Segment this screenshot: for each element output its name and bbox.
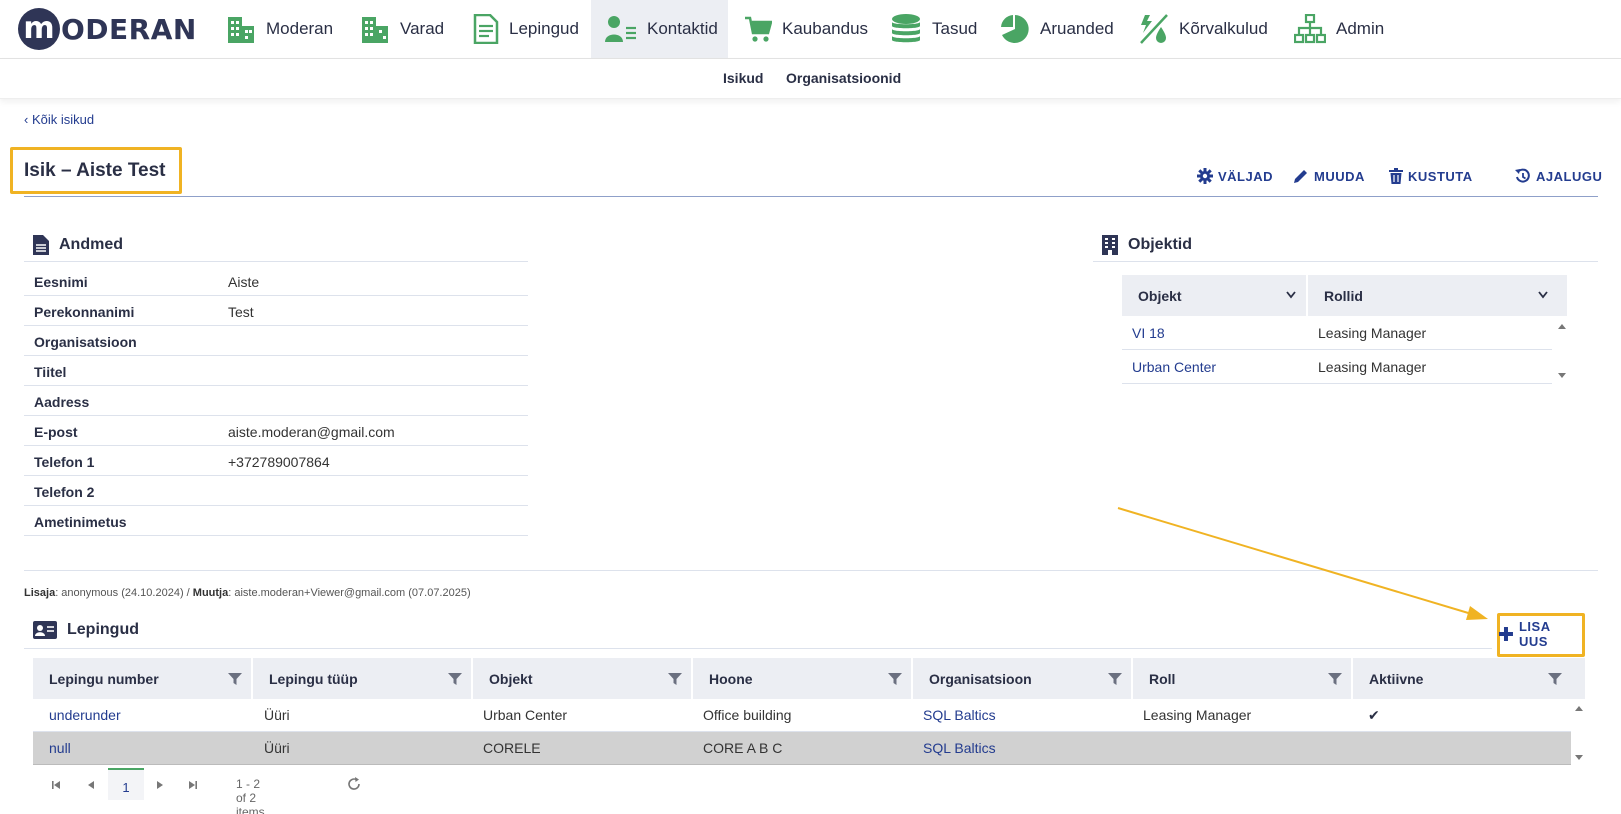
column-label: Hoone [709, 670, 753, 687]
column-label: Lepingu tüüp [269, 670, 358, 687]
column-label: Aktiivne [1369, 670, 1424, 687]
column-header-organisatsioon[interactable]: Organisatsioon [913, 658, 1131, 699]
add-new-button[interactable]: LISA UUS [1499, 614, 1583, 654]
column-header-lepingu-number[interactable]: Lepingu number [33, 658, 251, 699]
filter-icon[interactable] [1548, 672, 1562, 686]
lepingud-grid-header: Lepingu number Lepingu tüüp Objekt Hoone… [33, 658, 1585, 699]
plus-icon [1499, 627, 1513, 641]
filter-icon[interactable] [448, 672, 462, 686]
scroll-up-icon[interactable] [1574, 704, 1584, 712]
building-cell: Office building [703, 707, 792, 723]
building-cell: CORE A B C [703, 740, 783, 756]
objekt-cell: CORELE [483, 740, 541, 756]
contract-number-link[interactable]: underunder [49, 707, 121, 723]
table-row[interactable]: underunder Üüri Urban Center Office buil… [33, 699, 1571, 732]
organisation-link[interactable]: SQL Baltics [923, 707, 996, 723]
scroll-down-icon[interactable] [1574, 754, 1584, 762]
add-new-label: LISA UUS [1518, 619, 1551, 649]
filter-icon[interactable] [668, 672, 682, 686]
last-page-icon[interactable] [188, 780, 198, 790]
contract-type-cell: Üüri [264, 707, 290, 723]
column-header-lepingu-tuup[interactable]: Lepingu tüüp [253, 658, 471, 699]
column-label: Objekt [489, 670, 533, 687]
organisation-link[interactable]: SQL Baltics [923, 740, 996, 756]
filter-icon[interactable] [1108, 672, 1122, 686]
objekt-cell: Urban Center [483, 707, 568, 723]
pager-summary: 1 - 2 of 2 items [236, 777, 265, 814]
checkmark-icon: ✔ [1368, 707, 1380, 723]
previous-page-icon[interactable] [87, 780, 95, 790]
filter-icon[interactable] [1328, 672, 1342, 686]
filter-icon[interactable] [228, 672, 242, 686]
next-page-icon[interactable] [156, 780, 164, 790]
column-label: Lepingu number [49, 670, 159, 687]
column-header-hoone[interactable]: Hoone [693, 658, 911, 699]
column-header-objekt[interactable]: Objekt [473, 658, 691, 699]
column-label: Roll [1149, 670, 1176, 687]
contract-number-link[interactable]: null [49, 740, 71, 756]
refresh-icon[interactable] [347, 777, 361, 791]
first-page-icon[interactable] [51, 780, 61, 790]
contract-type-cell: Üüri [264, 740, 290, 756]
table-row[interactable]: null Üüri CORELE CORE A B C SQL Baltics [33, 732, 1571, 765]
page-1-button[interactable]: 1 [108, 768, 144, 800]
filter-icon[interactable] [888, 672, 902, 686]
role-cell: Leasing Manager [1143, 707, 1252, 723]
column-label: Organisatsioon [929, 670, 1032, 687]
column-header-roll[interactable]: Roll [1133, 658, 1351, 699]
